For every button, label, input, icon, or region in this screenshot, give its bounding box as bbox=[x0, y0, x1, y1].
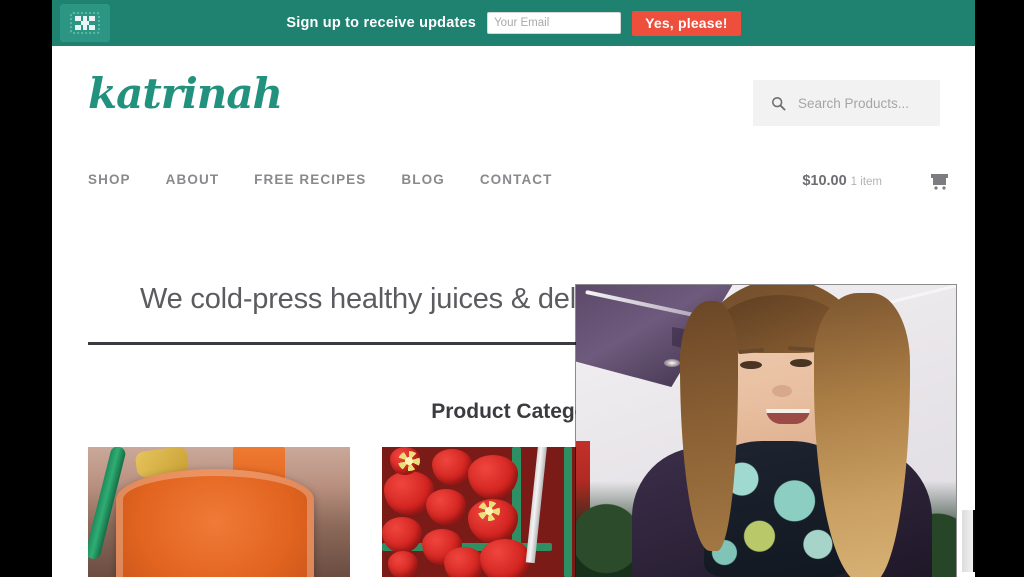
optin-email-input[interactable] bbox=[487, 12, 622, 34]
main-nav: SHOP ABOUT FREE RECIPES BLOG CONTACT bbox=[88, 172, 553, 187]
nav-item-shop[interactable]: SHOP bbox=[88, 172, 131, 187]
cart-area[interactable]: $10.00 1 item bbox=[802, 172, 950, 190]
nav-item-contact[interactable]: CONTACT bbox=[480, 172, 553, 187]
search-icon bbox=[771, 96, 786, 110]
nav-item-blog[interactable]: BLOG bbox=[401, 172, 444, 187]
carrot-juice-image bbox=[88, 447, 350, 577]
letterbox-left bbox=[0, 0, 52, 577]
presenter-webcam-overlay[interactable] bbox=[576, 285, 956, 577]
pip-side-strip bbox=[962, 510, 973, 572]
cart-item-count: 1 item bbox=[850, 176, 882, 188]
brand-logo[interactable]: katrinah bbox=[88, 73, 283, 115]
optin-submit-button[interactable]: Yes, please! bbox=[632, 10, 741, 36]
nav-item-about[interactable]: ABOUT bbox=[166, 172, 220, 187]
screen-recording-frame: Sign up to receive updates Yes, please! … bbox=[0, 0, 1024, 577]
shopping-cart-icon[interactable] bbox=[930, 172, 950, 190]
optin-bar: Sign up to receive updates Yes, please! bbox=[52, 0, 975, 46]
cart-summary[interactable]: $10.00 1 item bbox=[802, 172, 882, 190]
letterbox-right bbox=[975, 0, 1024, 577]
category-card-carrot-juice[interactable] bbox=[88, 447, 350, 577]
hero-heading: We cold-press healthy juices & delive bbox=[140, 283, 613, 315]
cart-total: $10.00 bbox=[802, 173, 847, 189]
optin-headline: Sign up to receive updates bbox=[286, 15, 477, 31]
webcam-video-frame bbox=[576, 285, 956, 577]
site-header: katrinah SHOP ABOUT FREE RECIPES BLOG CO… bbox=[52, 46, 975, 221]
search-box[interactable] bbox=[753, 80, 940, 126]
nav-item-free-recipes[interactable]: FREE RECIPES bbox=[254, 172, 366, 187]
search-input[interactable] bbox=[796, 94, 930, 112]
